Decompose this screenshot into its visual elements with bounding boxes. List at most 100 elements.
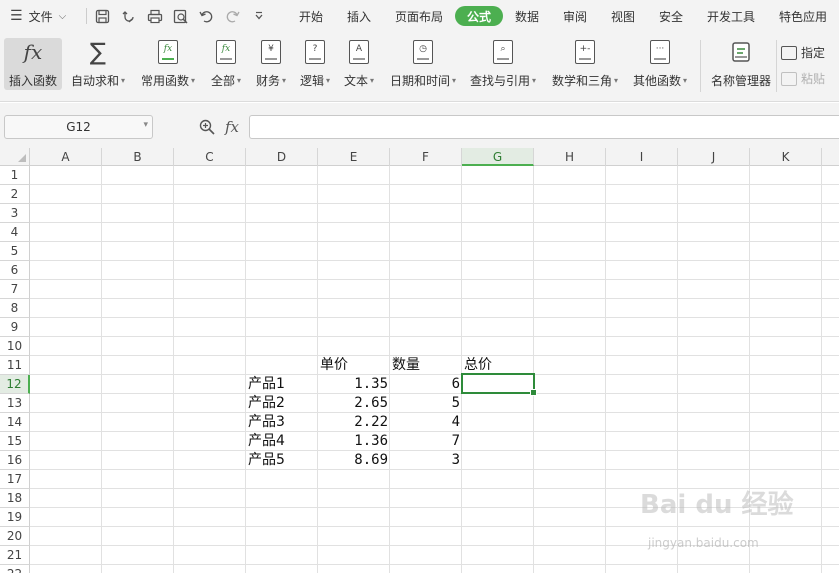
column-header-c[interactable]: C — [174, 148, 246, 166]
row-header-6[interactable]: 6 — [0, 261, 30, 280]
row-header-17[interactable]: 17 — [0, 470, 30, 489]
finance-button[interactable]: ¥ 财务 ▾ — [252, 38, 290, 90]
paste-names-button[interactable]: 粘贴 — [781, 70, 825, 87]
row-header-15[interactable]: 15 — [0, 432, 30, 451]
column-header-a[interactable]: A — [30, 148, 102, 166]
text-functions-label: 文本 — [343, 74, 368, 88]
cell-f11[interactable]: 数量 — [392, 356, 462, 375]
menu-bar: ☰ 文件 ⌵ 开始 插入 页面布局 公式 数据 审阅 视图 安全 开发工具 特色… — [0, 0, 839, 32]
column-header-k[interactable]: K — [750, 148, 822, 166]
column-header-i[interactable]: I — [606, 148, 678, 166]
fx-icon[interactable]: fx — [225, 118, 239, 136]
lookup-label: 查找与引用 — [469, 74, 530, 88]
name-box[interactable]: G12 ▾ — [4, 115, 153, 139]
cell-d16[interactable]: 产品5 — [248, 451, 318, 470]
tab-features[interactable]: 特色应用 — [767, 6, 839, 26]
save-icon[interactable] — [91, 4, 115, 28]
dropdown-arrow-icon: ▾ — [326, 76, 331, 85]
cell-e12[interactable]: 1.35 — [318, 375, 388, 394]
zoom-icon[interactable] — [199, 119, 215, 139]
insert-function-button[interactable]: fx 插入函数 — [4, 38, 62, 90]
autosum-label: 自动求和 — [70, 74, 119, 88]
lookup-button[interactable]: ⌕ 查找与引用 ▾ — [466, 38, 540, 90]
autosum-button[interactable]: ∑ 自动求和 ▾ — [66, 38, 130, 90]
cell-d14[interactable]: 产品3 — [248, 413, 318, 432]
row-header-1[interactable]: 1 — [0, 166, 30, 185]
cell-e13[interactable]: 2.65 — [318, 394, 388, 413]
more-icon[interactable] — [247, 4, 271, 28]
file-menu-label: 文件 — [28, 9, 53, 24]
row-header-12[interactable]: 12 — [0, 375, 30, 394]
tab-insert[interactable]: 插入 — [335, 6, 383, 26]
specify-button[interactable]: 指定 — [781, 44, 825, 61]
logic-button[interactable]: ? 逻辑 ▾ — [296, 38, 334, 90]
row-header-14[interactable]: 14 — [0, 413, 30, 432]
print-preview-icon[interactable] — [169, 4, 193, 28]
watermark-logo: Bai du 经验 — [640, 490, 794, 520]
all-functions-button[interactable]: fx 全部 ▾ — [206, 38, 246, 90]
column-headers: A B C D E F G H I J K — [0, 148, 839, 166]
row-header-22[interactable]: 22 — [0, 565, 30, 573]
selected-cell-g12[interactable] — [461, 373, 537, 396]
tab-formulas[interactable]: 公式 — [454, 6, 503, 26]
cell-f16[interactable]: 3 — [390, 451, 460, 470]
tab-data[interactable]: 数据 — [503, 6, 551, 26]
undo-icon[interactable] — [195, 4, 219, 28]
column-header-e[interactable]: E — [318, 148, 390, 166]
row-header-19[interactable]: 19 — [0, 508, 30, 527]
formula-bar: G12 ▾ fx — [0, 103, 839, 148]
column-header-h[interactable]: H — [534, 148, 606, 166]
cell-d13[interactable]: 产品2 — [248, 394, 318, 413]
tab-view[interactable]: 视图 — [599, 6, 647, 26]
row-header-10[interactable]: 10 — [0, 337, 30, 356]
column-header-d[interactable]: D — [246, 148, 318, 166]
divider — [776, 40, 777, 92]
row-header-13[interactable]: 13 — [0, 394, 30, 413]
column-header-f[interactable]: F — [390, 148, 462, 166]
common-functions-button[interactable]: fx 常用函数 ▾ — [136, 38, 200, 90]
print-icon[interactable] — [143, 4, 167, 28]
cell-e16[interactable]: 8.69 — [318, 451, 388, 470]
tab-review[interactable]: 审阅 — [551, 6, 599, 26]
select-all-corner[interactable] — [0, 148, 30, 166]
row-header-5[interactable]: 5 — [0, 242, 30, 261]
row-header-11[interactable]: 11 — [0, 356, 30, 375]
cell-f14[interactable]: 4 — [390, 413, 460, 432]
row-header-9[interactable]: 9 — [0, 318, 30, 337]
row-header-2[interactable]: 2 — [0, 185, 30, 204]
revert-icon[interactable] — [117, 4, 141, 28]
datetime-button[interactable]: ◷ 日期和时间 ▾ — [386, 38, 460, 90]
tab-page-layout[interactable]: 页面布局 — [383, 6, 455, 26]
cell-e14[interactable]: 2.22 — [318, 413, 388, 432]
row-header-4[interactable]: 4 — [0, 223, 30, 242]
row-header-16[interactable]: 16 — [0, 451, 30, 470]
math-button[interactable]: +- 数学和三角 ▾ — [548, 38, 622, 90]
row-header-21[interactable]: 21 — [0, 546, 30, 565]
cell-e15[interactable]: 1.36 — [318, 432, 388, 451]
chevron-down-icon[interactable]: ▾ — [143, 120, 148, 130]
cell-f15[interactable]: 7 — [390, 432, 460, 451]
tab-security[interactable]: 安全 — [647, 6, 695, 26]
name-manager-button[interactable]: 名称管理器 — [708, 38, 774, 90]
divider — [85, 8, 87, 24]
row-header-20[interactable]: 20 — [0, 527, 30, 546]
column-header-b[interactable]: B — [102, 148, 174, 166]
cell-d12[interactable]: 产品1 — [248, 375, 318, 394]
tab-start[interactable]: 开始 — [287, 6, 335, 26]
tab-developer[interactable]: 开发工具 — [695, 6, 767, 26]
row-header-8[interactable]: 8 — [0, 299, 30, 318]
redo-icon[interactable] — [221, 4, 245, 28]
cell-f13[interactable]: 5 — [390, 394, 460, 413]
other-functions-button[interactable]: ··· 其他函数 ▾ — [628, 38, 692, 90]
row-header-7[interactable]: 7 — [0, 280, 30, 299]
column-header-g[interactable]: G — [462, 148, 534, 166]
cell-f12[interactable]: 6 — [390, 375, 460, 394]
cell-d15[interactable]: 产品4 — [248, 432, 318, 451]
column-header-j[interactable]: J — [678, 148, 750, 166]
text-functions-button[interactable]: A 文本 ▾ — [340, 38, 378, 90]
row-header-18[interactable]: 18 — [0, 489, 30, 508]
file-menu[interactable]: ☰ 文件 ⌵ — [0, 0, 82, 32]
row-header-3[interactable]: 3 — [0, 204, 30, 223]
cell-e11[interactable]: 单价 — [320, 356, 390, 375]
formula-input[interactable] — [249, 115, 839, 139]
